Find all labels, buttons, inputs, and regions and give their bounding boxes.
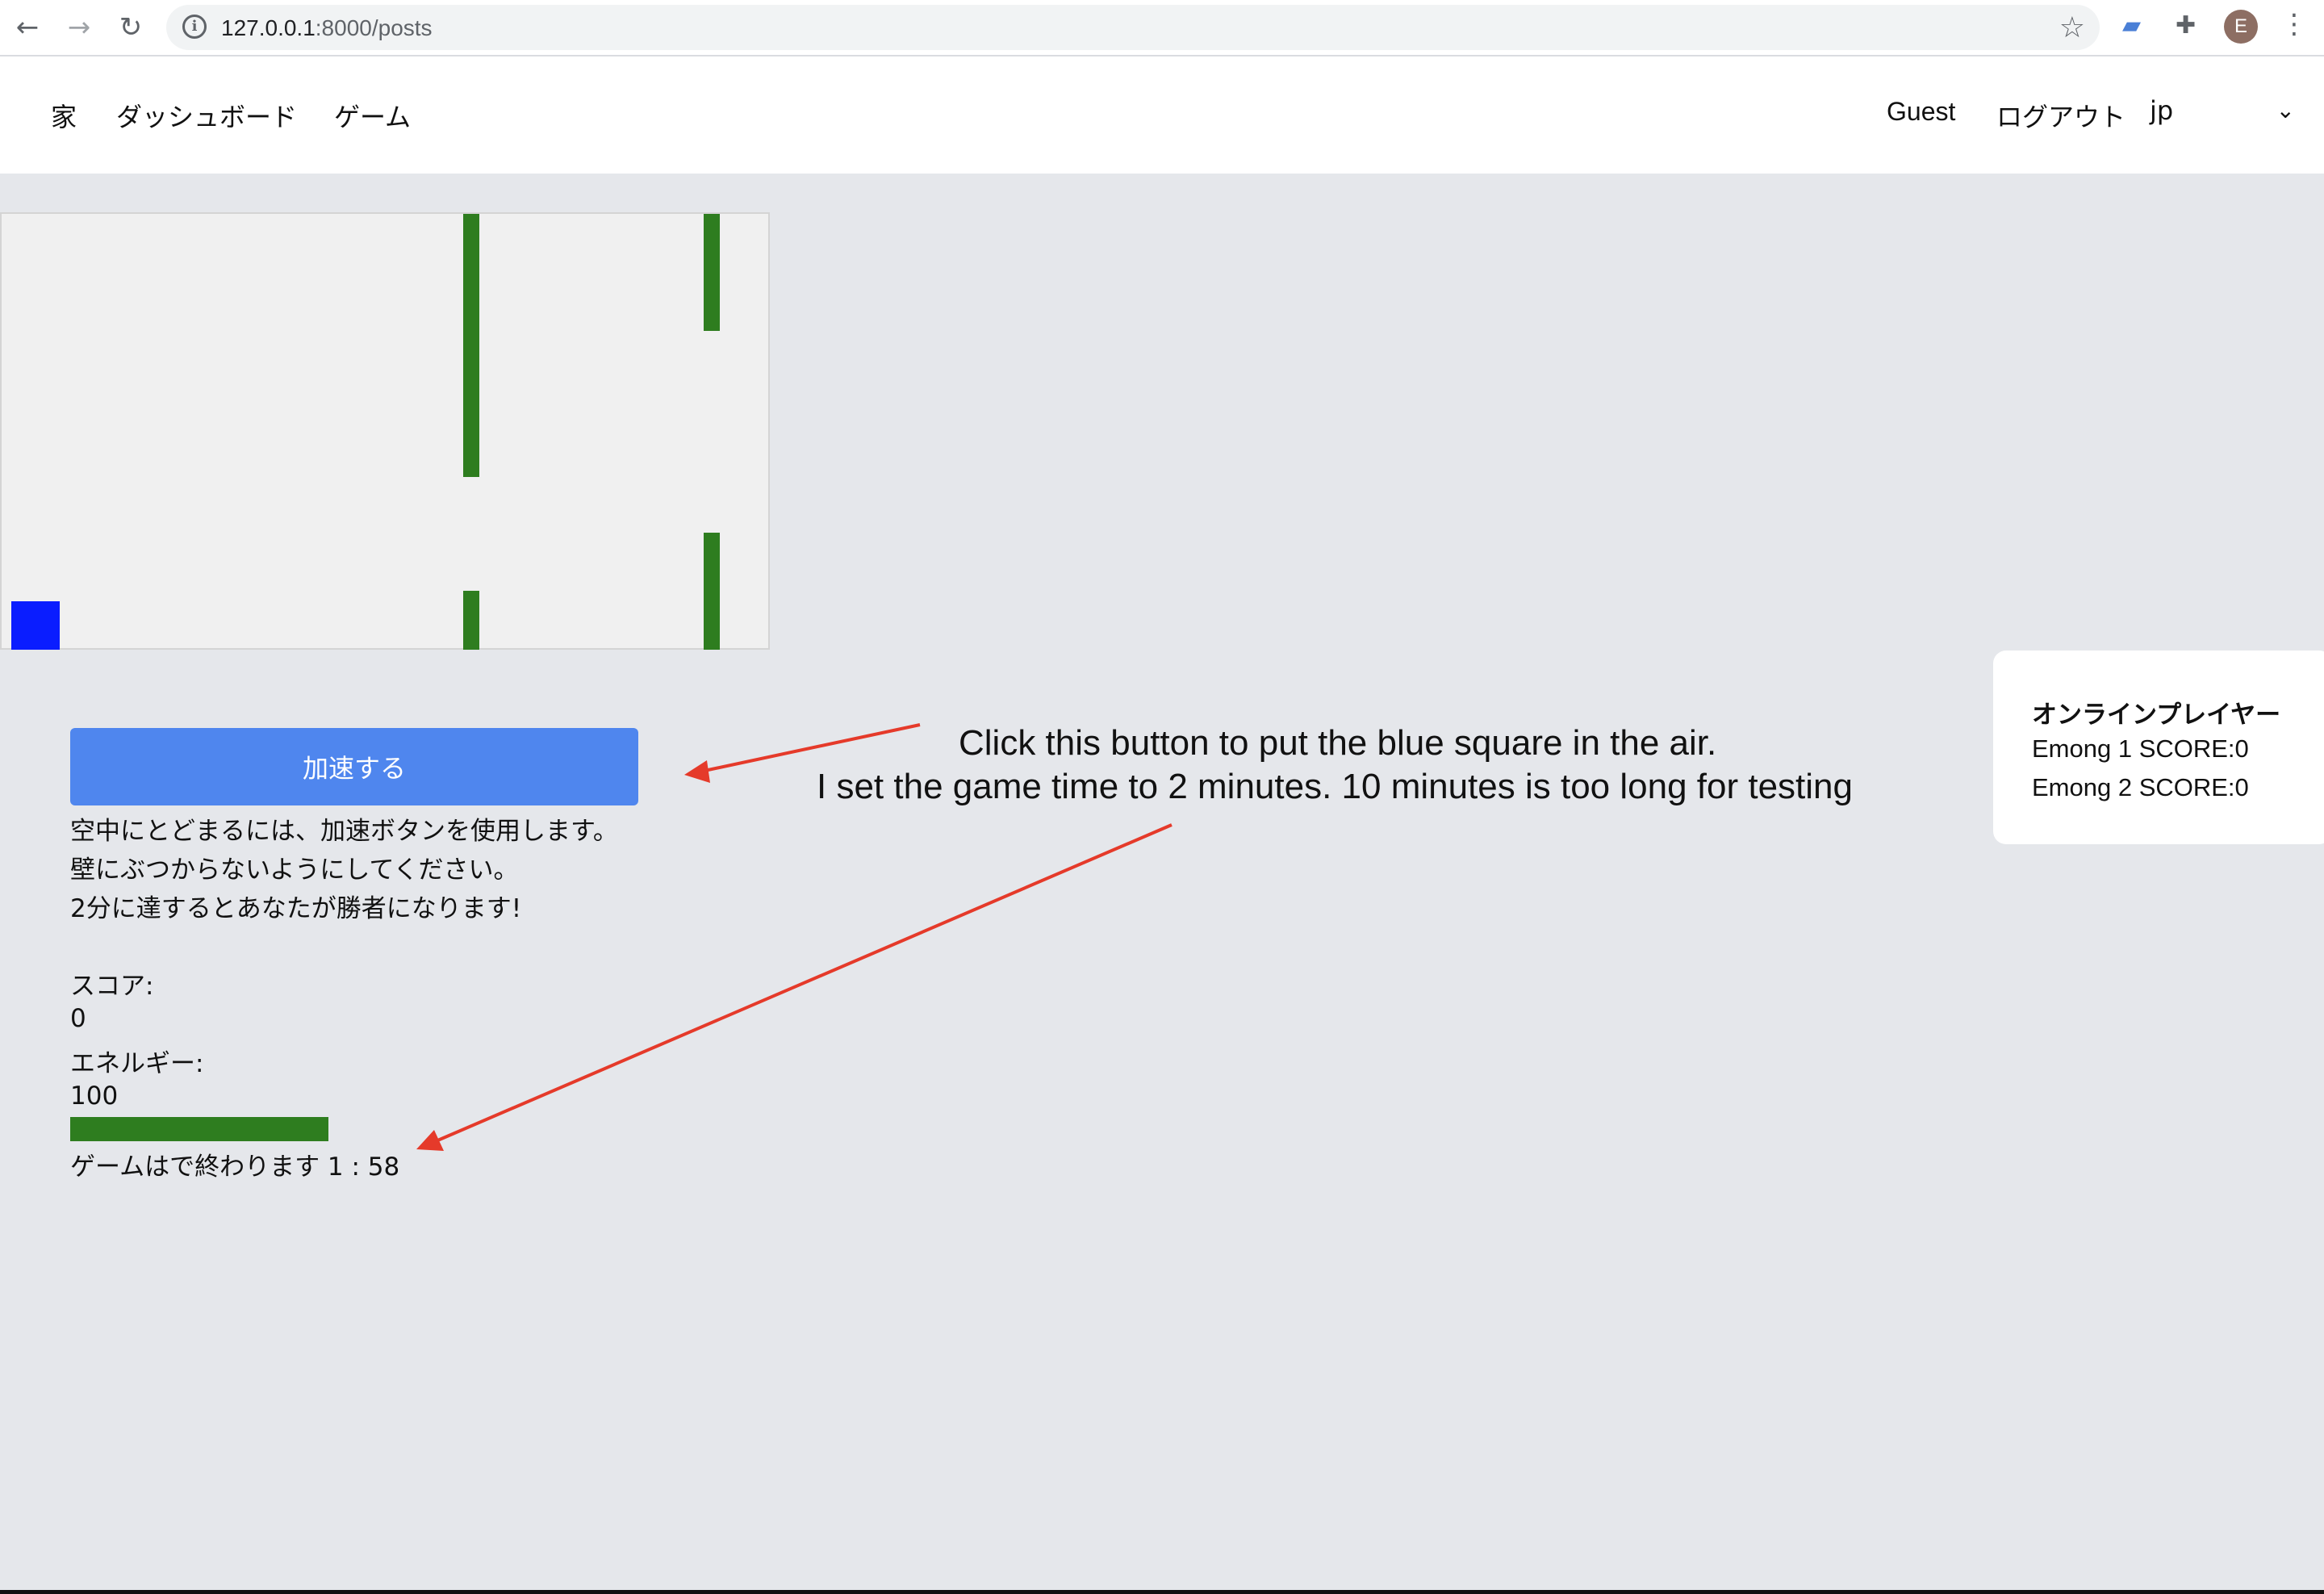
puzzle-icon[interactable]: ✚ xyxy=(2176,11,2196,40)
game-canvas xyxy=(0,212,770,650)
instruction-line-2: 壁にぶつからないようにしてください。 xyxy=(70,856,519,885)
wall-top-1 xyxy=(463,214,479,477)
nav-game[interactable]: ゲーム xyxy=(334,97,411,134)
nav-user: Guest xyxy=(1887,97,1956,126)
browser-toolbar: ← → ↻ i 127.0.0.1:8000/posts ☆ ▰ ✚ E ⋮ xyxy=(0,0,2324,56)
arrow-to-button xyxy=(700,723,921,773)
language-select[interactable]: jp ⌄ xyxy=(2150,95,2295,132)
address-bar[interactable]: i 127.0.0.1:8000/posts ☆ xyxy=(166,5,2100,50)
wall-bottom-1 xyxy=(463,591,479,650)
energy-value: 100 xyxy=(70,1081,119,1111)
instruction-line-1: 空中にとどまるには、加速ボタンを使用します。 xyxy=(70,817,618,846)
url-text: 127.0.0.1:8000/posts xyxy=(221,15,433,40)
online-players-panel: オンラインプレイヤー Emong 1 SCORE:0 Emong 2 SCORE… xyxy=(1993,651,2324,844)
extension-icon[interactable]: ▰ xyxy=(2122,11,2141,40)
game-timer: ゲームはで終わります 1 : 58 xyxy=(70,1153,400,1182)
menu-icon[interactable]: ⋮ xyxy=(2280,8,2308,40)
score-value: 0 xyxy=(70,1004,86,1033)
energy-label: エネルギー: xyxy=(70,1049,204,1078)
window-bottom-edge xyxy=(0,1590,2324,1594)
forward-icon[interactable]: → xyxy=(60,8,98,47)
annotation-line-1: Click this button to put the blue square… xyxy=(959,723,1717,763)
accelerate-button[interactable]: 加速する xyxy=(70,728,638,805)
avatar[interactable]: E xyxy=(2224,10,2258,44)
nav-logout[interactable]: ログアウト xyxy=(1996,97,2125,134)
info-icon[interactable]: i xyxy=(182,15,207,39)
player-square xyxy=(11,601,60,650)
arrowhead-button xyxy=(684,760,710,783)
annotation-line-2: I set the game time to 2 minutes. 10 min… xyxy=(817,767,1853,806)
nav-dashboard[interactable]: ダッシュボード xyxy=(116,97,297,134)
star-icon[interactable]: ☆ xyxy=(2059,11,2085,44)
arrowhead-timer xyxy=(416,1130,444,1151)
wall-top-2 xyxy=(704,214,720,331)
reload-icon[interactable]: ↻ xyxy=(111,8,150,47)
arrow-to-timer xyxy=(435,823,1172,1143)
score-label: スコア: xyxy=(70,972,154,1001)
player-entry: Emong 1 SCORE:0 xyxy=(2032,734,2249,763)
wall-bottom-2 xyxy=(704,533,720,650)
app-navbar: 家 ダッシュボード ゲーム Guest ログアウト jp ⌄ xyxy=(0,56,2324,174)
chevron-down-icon: ⌄ xyxy=(2276,97,2295,123)
player-entry: Emong 2 SCORE:0 xyxy=(2032,773,2249,801)
online-players-title: オンラインプレイヤー xyxy=(2032,701,2281,730)
instruction-line-3: 2分に達するとあなたが勝者になります! xyxy=(70,894,522,923)
nav-home[interactable]: 家 xyxy=(51,97,77,134)
energy-bar xyxy=(70,1117,328,1141)
back-icon[interactable]: ← xyxy=(8,8,47,47)
language-value: jp xyxy=(2150,95,2174,126)
